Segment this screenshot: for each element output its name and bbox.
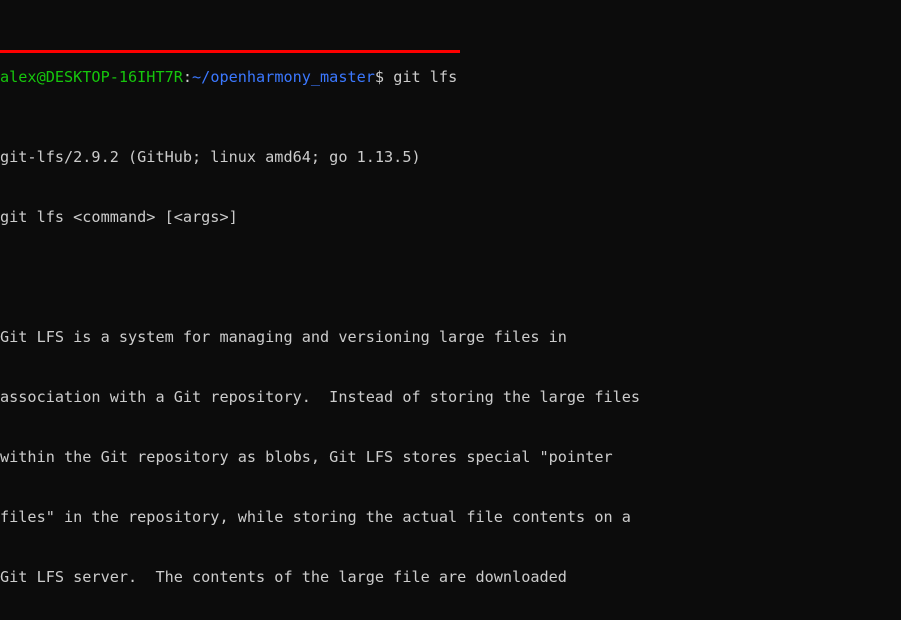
prompt-line: alex@DESKTOP-16IHT7R:~/openharmony_maste… bbox=[0, 67, 901, 87]
prompt-command: git lfs bbox=[384, 68, 458, 86]
terminal-window[interactable]: alex@DESKTOP-16IHT7R:~/openharmony_maste… bbox=[0, 0, 901, 620]
prompt-separator: : bbox=[182, 68, 193, 86]
output-line: files" in the repository, while storing … bbox=[0, 508, 631, 526]
output-line: within the Git repository as blobs, Git … bbox=[0, 448, 613, 466]
output-line: git-lfs/2.9.2 (GitHub; linux amd64; go 1… bbox=[0, 148, 421, 166]
output-line: git lfs <command> [<args>] bbox=[0, 208, 238, 226]
prompt-sigil: $ bbox=[374, 68, 385, 86]
terminal-screen: alex@DESKTOP-16IHT7R:~/openharmony_maste… bbox=[0, 7, 901, 620]
output-line: Git LFS is a system for managing and ver… bbox=[0, 328, 567, 346]
output-line: association with a Git repository. Inste… bbox=[0, 388, 641, 406]
output-line: Git LFS server. The contents of the larg… bbox=[0, 568, 567, 586]
prompt-user-host: alex@DESKTOP-16IHT7R bbox=[0, 68, 183, 86]
prompt-path: ~/openharmony_master bbox=[192, 68, 375, 86]
